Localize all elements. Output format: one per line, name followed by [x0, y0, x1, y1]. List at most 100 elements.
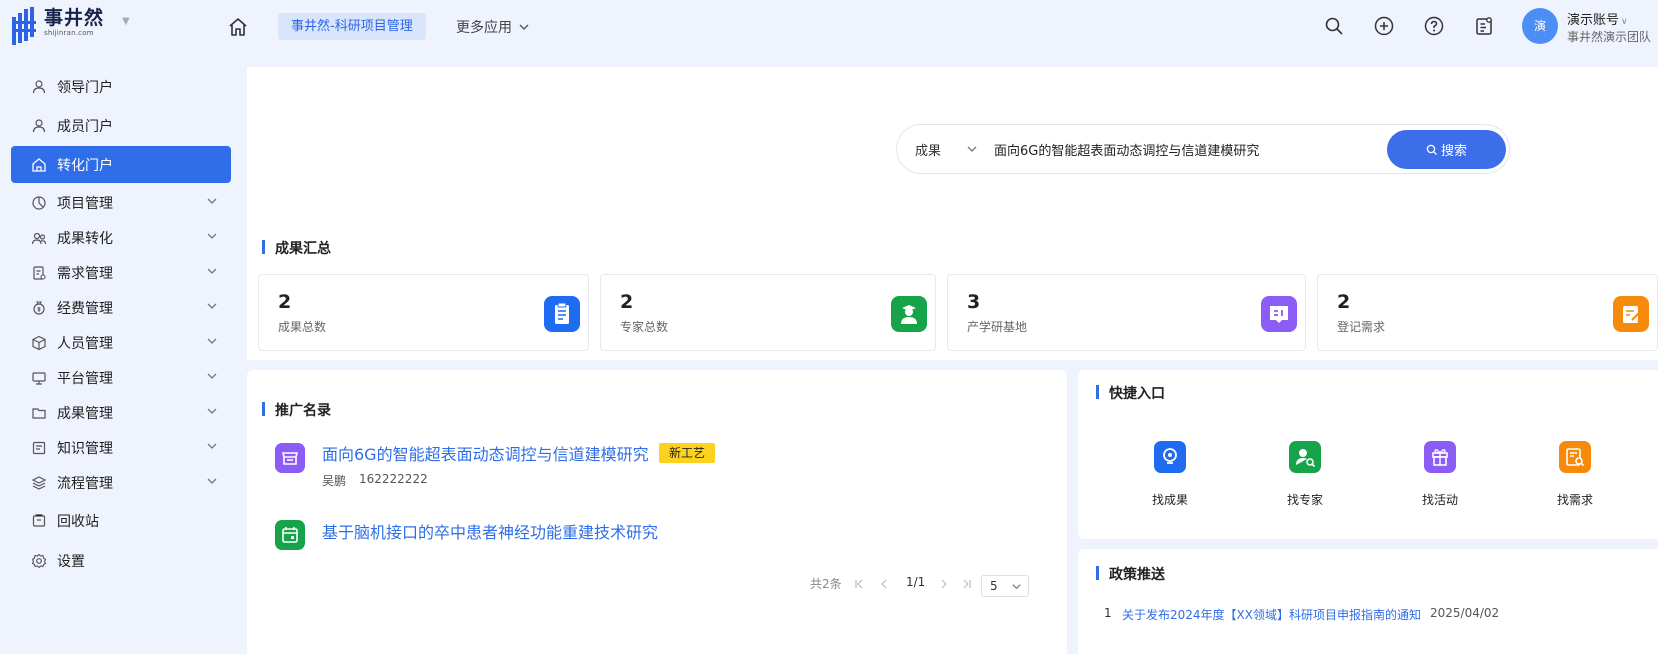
- calendar-icon: [275, 520, 305, 550]
- sidebar-item[interactable]: 流程管理: [11, 464, 231, 501]
- gear-icon: [31, 553, 47, 569]
- avatar[interactable]: 演: [1522, 8, 1558, 44]
- sidebar-item-label: 成员门户: [57, 118, 113, 135]
- sidebar-item[interactable]: 回收站: [11, 502, 231, 539]
- stat-card[interactable]: 2 登记需求: [1317, 274, 1658, 351]
- stat-label: 产学研基地: [967, 320, 1028, 334]
- pie-icon: [31, 195, 47, 211]
- logo[interactable]: 事井然 shijinran.com: [12, 7, 104, 45]
- notes-icon[interactable]: [1473, 15, 1495, 37]
- more-apps-label: 更多应用: [456, 20, 512, 36]
- policy-section-title: 政策推送: [1096, 564, 1165, 584]
- group-icon: [31, 230, 47, 246]
- bulb-icon[interactable]: [1154, 441, 1186, 473]
- expert-search-icon[interactable]: [1289, 441, 1321, 473]
- first-page-icon[interactable]: [853, 578, 865, 590]
- sidebar-item[interactable]: 成员门户: [11, 107, 231, 144]
- book-icon: [31, 440, 47, 456]
- sidebar-item[interactable]: 成果管理: [11, 394, 231, 431]
- person-icon: [31, 79, 47, 95]
- prev-page-icon[interactable]: [878, 578, 890, 590]
- promotion-item-title[interactable]: 面向6G的智能超表面动态调控与信道建模研究: [322, 441, 649, 465]
- sidebar-item-label: 需求管理: [57, 265, 113, 282]
- search-box: 成果 面向6G的智能超表面动态调控与信道建模研究 搜索: [896, 124, 1510, 174]
- stat-card[interactable]: 2 专家总数: [600, 274, 936, 351]
- gift-icon[interactable]: [1424, 441, 1456, 473]
- sidebar-item-label: 回收站: [57, 513, 99, 530]
- expert-icon: [891, 296, 927, 332]
- stat-card[interactable]: 2 成果总数: [258, 274, 589, 351]
- sidebar-item[interactable]: 需求管理: [11, 254, 231, 291]
- demand-search-icon[interactable]: [1559, 441, 1591, 473]
- chevron-down-icon: [519, 24, 529, 30]
- home-icon[interactable]: [227, 16, 249, 38]
- sidebar-item-label: 流程管理: [57, 475, 113, 492]
- stat-value: 2: [278, 291, 292, 313]
- promotion-panel: [247, 370, 1067, 654]
- sidebar-item-label: 经费管理: [57, 300, 113, 317]
- chevron-down-icon: [205, 439, 219, 453]
- sidebar-item[interactable]: 项目管理: [11, 184, 231, 221]
- doc-icon: [31, 265, 47, 281]
- policy-panel: [1078, 549, 1658, 654]
- clipboard-icon: [544, 296, 580, 332]
- sidebar-item[interactable]: 领导门户: [11, 68, 231, 105]
- sidebar-item-label: 成果管理: [57, 405, 113, 422]
- policy-link[interactable]: 关于发布2024年度【XX领域】科研项目申报指南的通知: [1122, 606, 1421, 623]
- cube-icon: [31, 335, 47, 351]
- promotion-item-phone: 162222222: [359, 472, 428, 486]
- sidebar-item-label: 转化门户: [57, 157, 113, 174]
- base-icon: [1261, 296, 1297, 332]
- account-menu[interactable]: 演示账号 ∨: [1567, 9, 1628, 28]
- sidebar-item[interactable]: 平台管理: [11, 359, 231, 396]
- sidebar-item[interactable]: 人员管理: [11, 324, 231, 361]
- quick-entry-section-title: 快捷入口: [1096, 383, 1165, 403]
- search-category-select[interactable]: 成果: [915, 140, 941, 159]
- quick-entry-label[interactable]: 找需求: [1535, 491, 1615, 508]
- chevron-down-icon: ∨: [1621, 17, 1628, 27]
- chevron-down-icon: [205, 264, 219, 278]
- more-apps-menu[interactable]: 更多应用: [456, 17, 530, 37]
- monitor-icon: [31, 370, 47, 386]
- stat-label: 成果总数: [278, 320, 327, 334]
- search-button[interactable]: 搜索: [1387, 130, 1506, 169]
- chevron-down-icon: [205, 299, 219, 313]
- sidebar-item-label: 设置: [57, 553, 85, 570]
- search-input[interactable]: 面向6G的智能超表面动态调控与信道建模研究: [994, 140, 1259, 159]
- stat-value: 2: [1337, 291, 1351, 313]
- current-app-tab[interactable]: 事井然-科研项目管理: [278, 13, 426, 40]
- sidebar-item-label: 成果转化: [57, 230, 113, 247]
- promotion-item-title[interactable]: 基于脑机接口的卒中患者神经功能重建技术研究: [322, 519, 658, 543]
- sidebar-item[interactable]: 知识管理: [11, 429, 231, 466]
- logo-domain: shijinran.com: [44, 29, 94, 37]
- page-size-select[interactable]: 5: [981, 575, 1029, 597]
- pager-total: 共2条: [810, 577, 842, 591]
- policy-index: 1: [1104, 606, 1112, 620]
- next-page-icon[interactable]: [938, 578, 950, 590]
- stat-card[interactable]: 3 产学研基地: [947, 274, 1306, 351]
- stat-label: 登记需求: [1337, 320, 1386, 334]
- sidebar-item[interactable]: 成果转化: [11, 219, 231, 256]
- chevron-down-icon[interactable]: [965, 142, 979, 156]
- sidebar-item[interactable]: 设置: [11, 542, 231, 579]
- sidebar-item[interactable]: 经费管理: [11, 289, 231, 326]
- quick-entry-label[interactable]: 找成果: [1130, 491, 1210, 508]
- last-page-icon[interactable]: [961, 578, 973, 590]
- chevron-down-icon: [1012, 584, 1021, 590]
- stat-value: 2: [620, 291, 634, 313]
- account-name: 演示账号: [1567, 13, 1620, 28]
- add-icon[interactable]: [1373, 15, 1395, 37]
- help-icon[interactable]: [1423, 15, 1445, 37]
- sidebar-item-label: 领导门户: [57, 79, 113, 96]
- quick-entry-label[interactable]: 找专家: [1265, 491, 1345, 508]
- logo-dropdown-icon[interactable]: ▼: [122, 16, 130, 27]
- search-icon: [1426, 144, 1437, 155]
- stat-value: 3: [967, 291, 981, 313]
- search-icon[interactable]: [1323, 15, 1345, 37]
- money-icon: [31, 300, 47, 316]
- sidebar-item[interactable]: 转化门户: [11, 146, 231, 183]
- promotion-section-title: 推广名录: [262, 400, 331, 420]
- stat-label: 专家总数: [620, 320, 669, 334]
- person-icon: [31, 118, 47, 134]
- quick-entry-label[interactable]: 找活动: [1400, 491, 1480, 508]
